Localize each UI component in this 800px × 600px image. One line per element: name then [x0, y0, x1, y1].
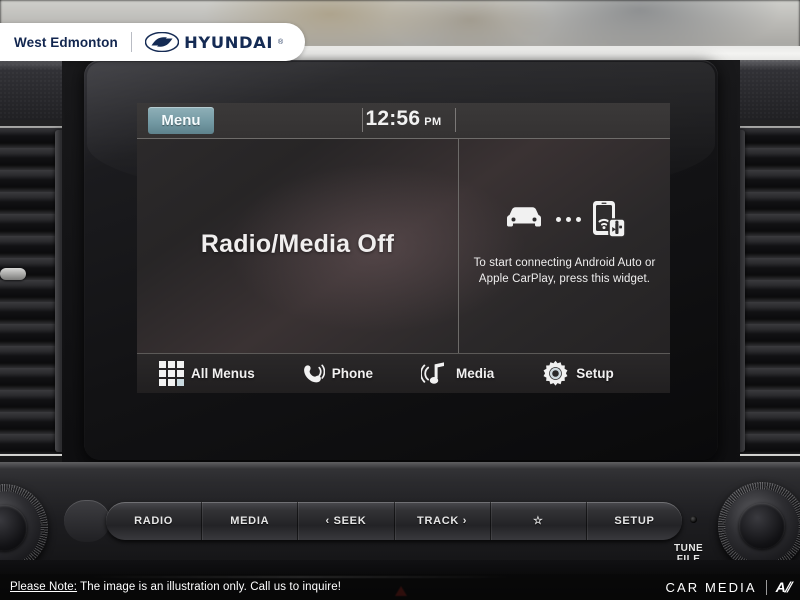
taskbar-item-media[interactable]: Media: [421, 361, 494, 387]
taskbar-label-phone: Phone: [331, 366, 374, 381]
ellipsis-dots-icon: [556, 216, 581, 222]
reset-pinhole[interactable]: [690, 516, 697, 523]
taskbar-item-phone[interactable]: Phone: [301, 362, 373, 386]
clock-ampm: PM: [424, 116, 442, 128]
dealer-badge: West Edmonton HYUNDAI ®: [0, 23, 306, 61]
badge-divider: [130, 32, 132, 52]
car-media-mark-icon: A⫽: [775, 578, 791, 595]
gear-icon: [543, 360, 568, 386]
screen-taskbar: All Menus Phone Media Setup: [137, 353, 670, 393]
hard-button-favorite[interactable]: ☆: [491, 502, 587, 540]
music-note-icon: [421, 361, 445, 384]
faceplate-sheen: [0, 462, 800, 469]
hard-button-track[interactable]: TRACK ›: [395, 502, 491, 540]
car-icon: [507, 207, 541, 227]
car-media-watermark: CAR MEDIA A⫽: [666, 579, 791, 596]
hard-button-media[interactable]: MEDIA: [202, 502, 299, 540]
status-bar: Menu 12:56 PM: [137, 103, 670, 139]
taskbar-item-all-menus[interactable]: All Menus: [159, 361, 255, 386]
hard-button-radio[interactable]: RADIO: [106, 502, 203, 540]
hyundai-logo-group: HYUNDAI ®: [144, 32, 284, 52]
phone-handset-icon: [303, 364, 325, 382]
projection-instruction-text: To start connecting Android Auto or Appl…: [473, 257, 656, 285]
tune-file-knob[interactable]: [718, 482, 800, 570]
screenshot-root: West Edmonton HYUNDAI ® Menu 12:56 PM Ra…: [0, 0, 800, 600]
disclaimer-lead: Please Note:: [10, 581, 78, 593]
registered-mark: ®: [277, 38, 284, 46]
hyundai-wordmark: HYUNDAI: [183, 32, 273, 52]
disclaimer-body: The image is an illustration only. Call …: [77, 581, 341, 593]
taskbar-label-setup: Setup: [576, 366, 614, 381]
projection-icon-row: [502, 199, 627, 239]
vent-adjuster-tab-left[interactable]: [0, 268, 26, 280]
screen-panes: Radio/Media Off To start connecting Andr…: [137, 139, 670, 353]
clock-time: 12:56: [365, 107, 421, 130]
tune-label-line1: TUNE: [674, 543, 704, 554]
watermark-divider: [765, 579, 767, 595]
grid-3x3-icon: [159, 361, 184, 386]
faceplate-left-pad: [64, 500, 110, 542]
knob-cap-right: [739, 503, 785, 549]
clock: 12:56 PM: [137, 107, 670, 131]
phone-usb-widget-icon: [593, 201, 626, 238]
hard-button-setup[interactable]: SETUP: [587, 502, 682, 540]
hard-button-strip: RADIO MEDIA ‹ SEEK TRACK › ☆ SETUP: [106, 502, 682, 540]
taskbar-item-setup[interactable]: Setup: [542, 360, 614, 387]
media-status-text: Radio/Media Off: [200, 229, 395, 258]
media-pane[interactable]: Radio/Media Off: [137, 139, 458, 353]
taskbar-label-media: Media: [456, 366, 495, 381]
disclaimer-text: Please Note: The image is an illustratio…: [10, 581, 341, 593]
infotainment-screen[interactable]: Menu 12:56 PM Radio/Media Off To start c…: [137, 103, 670, 393]
taskbar-label-all-menus: All Menus: [191, 366, 255, 381]
projection-widget[interactable]: To start connecting Android Auto or Appl…: [459, 139, 670, 353]
dealer-name: West Edmonton: [14, 34, 118, 50]
hard-button-seek[interactable]: ‹ SEEK: [298, 502, 395, 540]
car-media-wordmark: CAR MEDIA: [665, 579, 757, 595]
disclaimer-bar: Please Note: The image is an illustratio…: [0, 574, 800, 600]
hyundai-h-logo: [144, 32, 179, 52]
